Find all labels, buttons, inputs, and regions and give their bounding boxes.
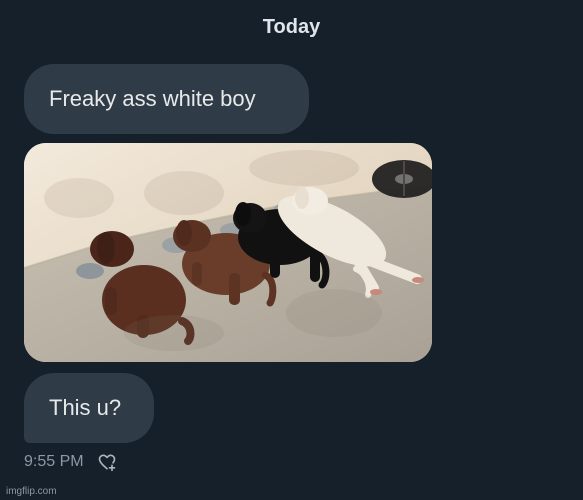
message-bubble-incoming[interactable]: This u?	[24, 373, 154, 443]
message-bubble-incoming[interactable]: Freaky ass white boy	[24, 64, 309, 134]
heart-plus-icon[interactable]	[96, 452, 118, 472]
message-photo[interactable]	[24, 143, 432, 362]
date-header: Today	[262, 16, 321, 38]
message-meta: 9:55 PM	[24, 452, 118, 472]
watermark: imgflip.com	[6, 486, 57, 497]
message-timestamp: 9:55 PM	[24, 453, 84, 470]
message-text: This u?	[49, 395, 122, 420]
message-text: Freaky ass white boy	[49, 86, 256, 111]
